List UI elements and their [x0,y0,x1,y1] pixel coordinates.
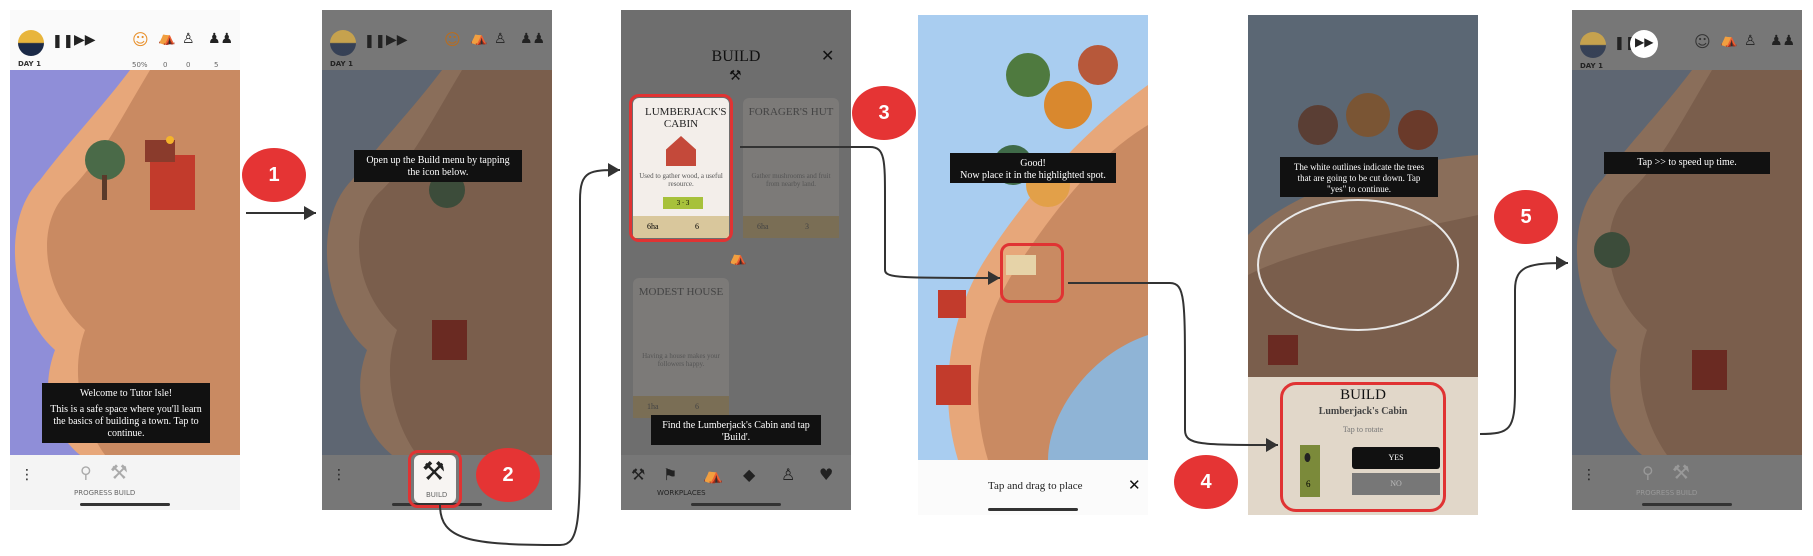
step-badge-2: 2 [476,448,540,502]
step-badge-3: 3 [852,86,916,140]
arrow-3 [740,146,1001,279]
step-badge-1: 1 [242,148,306,202]
step-badge-5: 5 [1494,190,1558,244]
arrow-5 [1479,262,1569,435]
flow-arrows [246,146,1569,547]
arrow-4 [1068,282,1279,446]
step-badge-4: 4 [1174,455,1238,509]
